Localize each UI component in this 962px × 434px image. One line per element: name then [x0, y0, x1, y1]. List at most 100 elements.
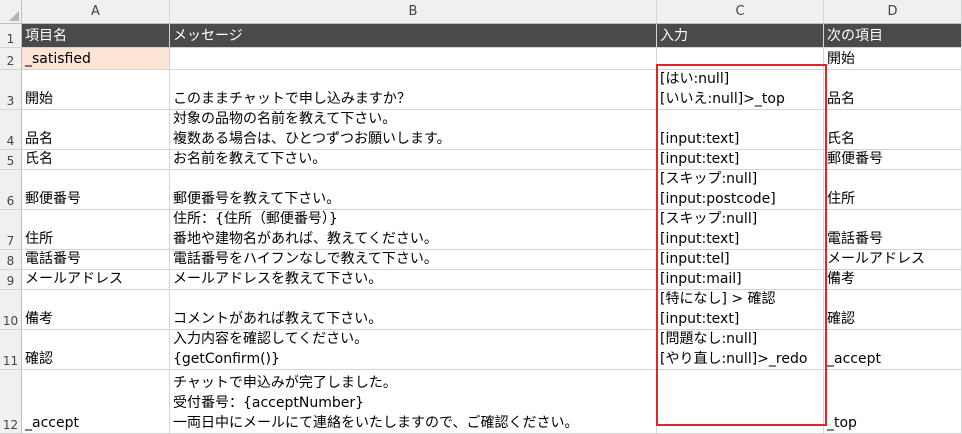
cell-text-line: 郵便番号を教えて下さい。	[173, 191, 341, 207]
cell-c11[interactable]: [問題なし:null] [やり直し:null]>_redo	[657, 330, 824, 370]
cell-text-line: 確認	[827, 311, 855, 327]
cell-b7[interactable]: 住所：{住所（郵便番号）} 番地や建物名があれば、教えてください。	[170, 210, 657, 250]
cell-text-line: [スキップ:null]	[660, 211, 758, 227]
cell-b9[interactable]: メールアドレスを教えて下さい。	[170, 270, 657, 290]
cell-a1[interactable]: 項目名	[22, 24, 170, 48]
cell-a3[interactable]: 開始	[22, 70, 170, 110]
cell-text-line: _accept	[827, 351, 881, 367]
cell-a4[interactable]: 品名	[22, 110, 170, 150]
cell-d7[interactable]: 電話番号	[824, 210, 962, 250]
cell-d9[interactable]: 備考	[824, 270, 962, 290]
column-header-d[interactable]: D	[824, 0, 962, 24]
cell-c8[interactable]: [input:tel]	[657, 250, 824, 270]
cell-b1[interactable]: メッセージ	[170, 24, 657, 48]
row-header-2[interactable]: 2	[0, 48, 22, 70]
cell-a12[interactable]: _accept	[22, 370, 170, 434]
row-header-6[interactable]: 6	[0, 170, 22, 210]
cell-b11[interactable]: 入力内容を確認してください。 {getConfirm()}	[170, 330, 657, 370]
cell-text-line: 氏名	[827, 131, 855, 147]
cell-text-line: [input:mail]	[660, 271, 742, 287]
row-header-5[interactable]: 5	[0, 150, 22, 170]
cell-c5[interactable]: [input:text]	[657, 150, 824, 170]
cell-b4[interactable]: 対象の品物の名前を教えて下さい。 複数ある場合は、ひとつずつお願いします。	[170, 110, 657, 150]
cell-text-line: [input:text]	[660, 311, 740, 327]
cell-b8[interactable]: 電話番号をハイフンなしで教えて下さい。	[170, 250, 657, 270]
cell-text-line: 確認	[25, 351, 53, 367]
cell-text-line: [スキップ:null]	[660, 171, 758, 187]
cell-b5[interactable]: お名前を教えて下さい。	[170, 150, 657, 170]
spreadsheet-grid: 項目名 メッセージ 入力 次の項目 _satisfied 開始 開始 このままチャットで申し込…	[0, 0, 962, 434]
cell-text-line: 備考	[827, 271, 855, 287]
row-header-11[interactable]: 11	[0, 330, 22, 370]
cell-d5[interactable]: 郵便番号	[824, 150, 962, 170]
cell-a10[interactable]: 備考	[22, 290, 170, 330]
cell-d2[interactable]: 開始	[824, 48, 962, 70]
cell-d8[interactable]: メールアドレス	[824, 250, 962, 270]
cell-text-line: 入力	[660, 27, 688, 44]
cell-c9[interactable]: [input:mail]	[657, 270, 824, 290]
row-header-12[interactable]: 12	[0, 370, 22, 434]
cell-d1[interactable]: 次の項目	[824, 24, 962, 48]
cell-text-line: 次の項目	[827, 27, 883, 44]
cell-text-line: [はい:null]	[660, 71, 730, 87]
cell-d11[interactable]: _accept	[824, 330, 962, 370]
cell-text-line: [input:tel]	[660, 251, 730, 267]
cell-text-line: コメントがあれば教えて下さい。	[173, 311, 383, 327]
cell-b12[interactable]: チャットで申込みが完了しました。 受付番号：{acceptNumber} 一両日中に…	[170, 370, 657, 434]
cell-text-line: 備考	[25, 311, 53, 327]
cell-a8[interactable]: 電話番号	[22, 250, 170, 270]
cell-b10[interactable]: コメントがあれば教えて下さい。	[170, 290, 657, 330]
cell-b3[interactable]: このままチャットで申し込みますか？	[170, 70, 657, 110]
row-header-10[interactable]: 10	[0, 290, 22, 330]
cell-text-line: _satisfied	[25, 51, 91, 67]
cell-text-line: 番地や建物名があれば、教えてください。	[173, 231, 438, 247]
cell-text-line: 住所：{住所（郵便番号）}	[173, 211, 338, 227]
cell-text-line: メールアドレス	[827, 251, 925, 267]
row-header-1[interactable]: 1	[0, 24, 22, 48]
cell-text-line: 氏名	[25, 151, 53, 167]
cell-a6[interactable]: 郵便番号	[22, 170, 170, 210]
cell-d6[interactable]: 住所	[824, 170, 962, 210]
cell-text-line: チャットで申込みが完了しました。	[173, 375, 397, 391]
cell-text-line: [特になし] > 確認	[660, 291, 776, 307]
cell-c7[interactable]: [スキップ:null] [input:text]	[657, 210, 824, 250]
cell-c12[interactable]	[657, 370, 824, 434]
cell-text-line: 電話番号	[25, 251, 81, 267]
cell-b2[interactable]	[170, 48, 657, 70]
cell-text-line: 郵便番号	[827, 151, 883, 167]
row-header-4[interactable]: 4	[0, 110, 22, 150]
cell-text-line: 品名	[25, 131, 53, 147]
cell-a9[interactable]: メールアドレス	[22, 270, 170, 290]
cell-d10[interactable]: 確認	[824, 290, 962, 330]
column-header-a[interactable]: A	[22, 0, 170, 24]
column-header-b[interactable]: B	[170, 0, 657, 24]
cell-text-line: 入力内容を確認してください。	[173, 331, 369, 347]
cell-c1[interactable]: 入力	[657, 24, 824, 48]
cell-c2[interactable]	[657, 48, 824, 70]
cell-d3[interactable]: 品名	[824, 70, 962, 110]
row-header-3[interactable]: 3	[0, 70, 22, 110]
cell-text-line: [いいえ:null]>_top	[660, 91, 785, 107]
cell-c3[interactable]: [はい:null] [いいえ:null]>_top	[657, 70, 824, 110]
cell-a2[interactable]: _satisfied	[22, 48, 170, 70]
cell-a11[interactable]: 確認	[22, 330, 170, 370]
cell-text-line: _accept	[25, 415, 79, 431]
cell-c10[interactable]: [特になし] > 確認 [input:text]	[657, 290, 824, 330]
cell-b6[interactable]: 郵便番号を教えて下さい。	[170, 170, 657, 210]
select-all-corner[interactable]	[0, 0, 22, 24]
cell-text-line: お名前を教えて下さい。	[173, 151, 327, 167]
cell-c6[interactable]: [スキップ:null] [input:postcode]	[657, 170, 824, 210]
row-header-9[interactable]: 9	[0, 270, 22, 290]
cell-a7[interactable]: 住所	[22, 210, 170, 250]
cell-a5[interactable]: 氏名	[22, 150, 170, 170]
cell-d4[interactable]: 氏名	[824, 110, 962, 150]
cell-d12[interactable]: _top	[824, 370, 962, 434]
row-header-8[interactable]: 8	[0, 250, 22, 270]
cell-text-line: [input:text]	[660, 131, 740, 147]
cell-text-line: 電話番号をハイフンなしで教えて下さい。	[173, 251, 438, 267]
row-header-7[interactable]: 7	[0, 210, 22, 250]
column-header-c[interactable]: C	[657, 0, 824, 24]
cell-text-line: 開始	[827, 51, 855, 67]
cell-text-line: [やり直し:null]>_redo	[660, 351, 808, 367]
cell-c4[interactable]: [input:text]	[657, 110, 824, 150]
